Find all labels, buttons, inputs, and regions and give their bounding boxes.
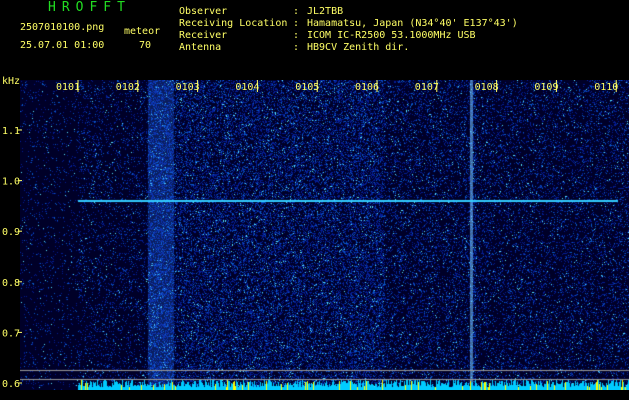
info-sep: :: [293, 30, 300, 41]
x-tick-label: 0107: [415, 82, 439, 93]
x-tick-label: 0103: [176, 82, 200, 93]
x-tick-label: 0109: [534, 82, 558, 93]
hrofft-window: HROFFT 2507010100.png 25.07.01 01:00 met…: [0, 0, 629, 400]
y-tick-label: 1.0: [2, 177, 20, 188]
x-tick-label: 0102: [116, 82, 140, 93]
info-value-location: Hamamatsu, Japan (N34°40' E137°43'): [307, 18, 518, 29]
info-label-antenna: Antenna: [179, 42, 222, 53]
info-label-location: Receiving Location: [179, 18, 288, 29]
spectrogram-axes: kHz 1.1 1.0 0.9 0.8 0.7 0.6 0101 0102 0103 0104 010…: [2, 76, 618, 390]
filename-label: 2507010100.png: [20, 22, 105, 33]
x-tick-label: 0101: [56, 82, 80, 93]
info-sep: :: [293, 6, 300, 17]
info-value-antenna: HB9CV Zenith dir.: [307, 42, 410, 53]
info-label-observer: Observer: [179, 6, 228, 17]
x-tick-label: 0104: [235, 82, 259, 93]
x-tick-label: 0105: [295, 82, 319, 93]
timestamp-label: 25.07.01 01:00: [20, 40, 105, 51]
info-value-observer: JL2TBB: [307, 6, 344, 17]
x-tick-label: 0110: [594, 82, 618, 93]
info-label-receiver: Receiver: [179, 30, 228, 41]
y-tick-label: 0.8: [2, 278, 20, 289]
app-title: HROFFT: [48, 0, 131, 15]
y-tick-label: 0.9: [2, 227, 20, 238]
detect-count: 70: [139, 40, 152, 51]
y-tick-label: 0.6: [2, 379, 20, 390]
y-tick-label: 1.1: [2, 126, 20, 137]
info-value-receiver: ICOM IC-R2500 53.1000MHz USB: [307, 30, 476, 41]
x-tick-label: 0108: [475, 82, 499, 93]
info-sep: :: [293, 42, 300, 53]
info-sep: :: [293, 18, 300, 29]
detect-label: meteor: [124, 26, 161, 37]
y-tick-label: 0.7: [2, 328, 20, 339]
x-tick-label: 0106: [355, 82, 379, 93]
y-unit-label: kHz: [2, 76, 20, 87]
